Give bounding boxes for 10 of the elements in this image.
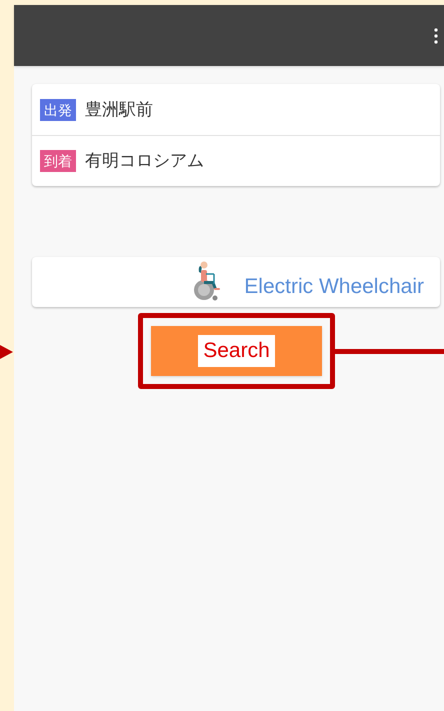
search-button[interactable]: Search [151,326,322,376]
pointer-arrow-icon [0,345,13,359]
place-name: 豊洲駅前 [85,98,153,121]
route-badge: 到着 [40,150,76,172]
route-row[interactable]: 出発 豊洲駅前 [32,84,440,135]
more-options-icon[interactable] [434,28,438,44]
place-name: 有明コロシアム [85,150,204,172]
mobility-label: Electric Wheelchair [244,276,424,300]
route-row[interactable]: 到着 有明コロシアム [32,135,440,186]
route-badge: 出発 [40,98,76,120]
